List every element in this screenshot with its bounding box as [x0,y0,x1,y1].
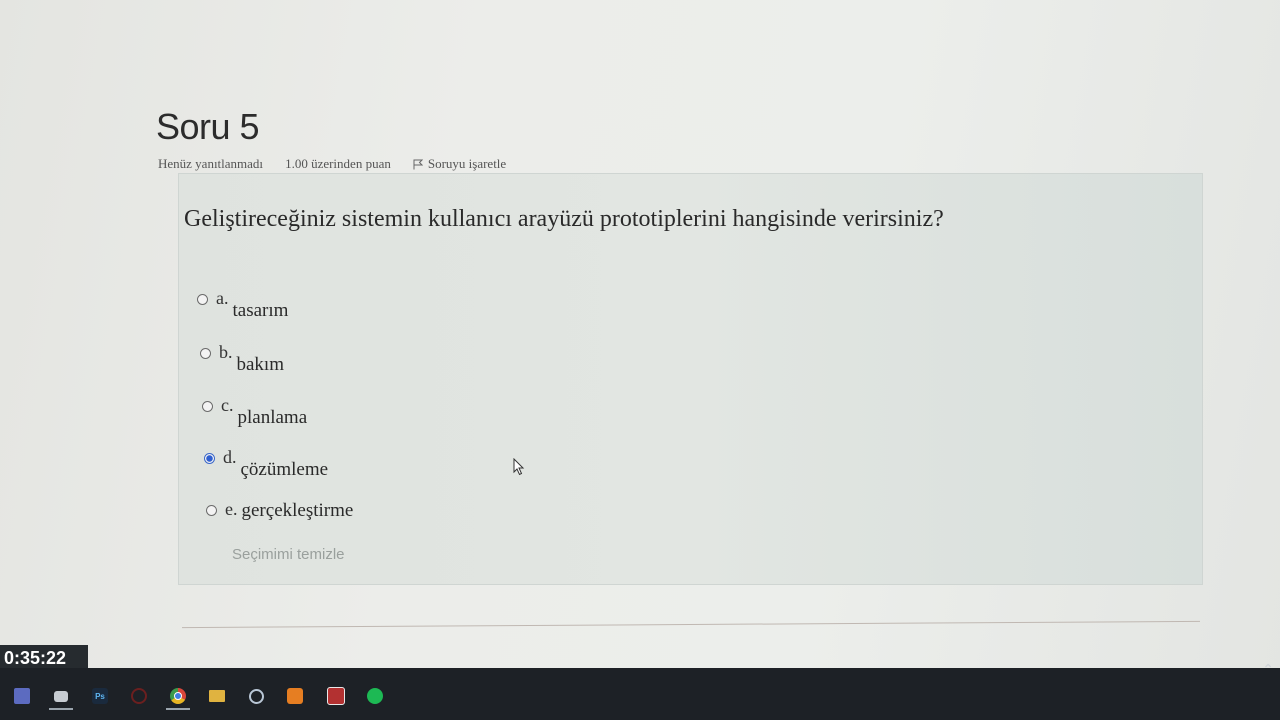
page-divider [182,620,1200,629]
photoshop-label: Ps [92,688,108,704]
timer-value: 0:35:22 [4,648,67,668]
answer-letter-b: b. [219,342,233,362]
answer-letter-a: a. [216,288,229,308]
question-title: Soru 5 [156,106,260,147]
question-info: Henüz yanıtlanmadı 1.00 üzerinden puan S… [158,156,506,172]
radio-button-b[interactable] [200,348,211,359]
app-window-icon[interactable] [43,678,79,714]
radio-button-e[interactable] [206,505,217,516]
spotify-icon[interactable] [357,678,393,714]
answer-text-d: çözümleme [240,459,329,480]
visual-studio-icon[interactable] [4,678,40,714]
file-explorer-icon[interactable] [199,678,235,714]
answer-option-c[interactable]: c. planlama [202,395,308,428]
opera-icon[interactable] [121,678,157,714]
answer-option-d[interactable]: d. çözümleme [204,447,329,480]
radio-button-c[interactable] [202,401,213,412]
answer-text-a: tasarım [232,300,289,321]
mouse-pointer-icon [513,458,525,476]
mail-icon[interactable] [318,678,354,714]
office-icon[interactable] [277,678,313,714]
answer-text-b: bakım [236,354,285,375]
chevron-up-icon[interactable]: ⌃ [1262,662,1274,678]
answer-option-b[interactable]: b. bakım [200,342,285,375]
chrome-icon[interactable] [160,678,196,714]
flag-icon [413,159,423,169]
question-mark: 1.00 üzerinden puan [285,156,391,171]
flag-question-label: Soruyu işaretle [427,156,507,171]
photoshop-icon[interactable]: Ps [82,678,118,714]
radio-button-d[interactable] [204,453,215,464]
answer-letter-d: d. [223,447,237,467]
question-content-box: Geliştireceğiniz sistemin kullanıcı aray… [178,173,1203,585]
question-text: Geliştireceğiniz sistemin kullanıcı aray… [184,206,944,232]
answer-option-e[interactable]: e. gerçekleştirme [206,499,354,521]
answer-text-c: planlama [237,407,308,428]
taskbar: Ps [0,668,1280,720]
answer-letter-e: e. [225,499,238,519]
clear-selection-link[interactable]: Seçimimi temizle [232,546,345,563]
question-status: Henüz yanıtlanmadı [158,156,264,171]
answer-letter-c: c. [221,395,234,415]
answer-text-e: gerçekleştirme [241,500,354,521]
quiz-page: Soru 5 Henüz yanıtlanmadı 1.00 üzerinden… [0,0,1280,668]
answer-option-a[interactable]: a. tasarım [197,288,289,321]
radio-button-a[interactable] [197,294,208,305]
flag-question-link[interactable]: Soruyu işaretle [413,156,506,172]
steam-icon[interactable] [238,678,274,714]
